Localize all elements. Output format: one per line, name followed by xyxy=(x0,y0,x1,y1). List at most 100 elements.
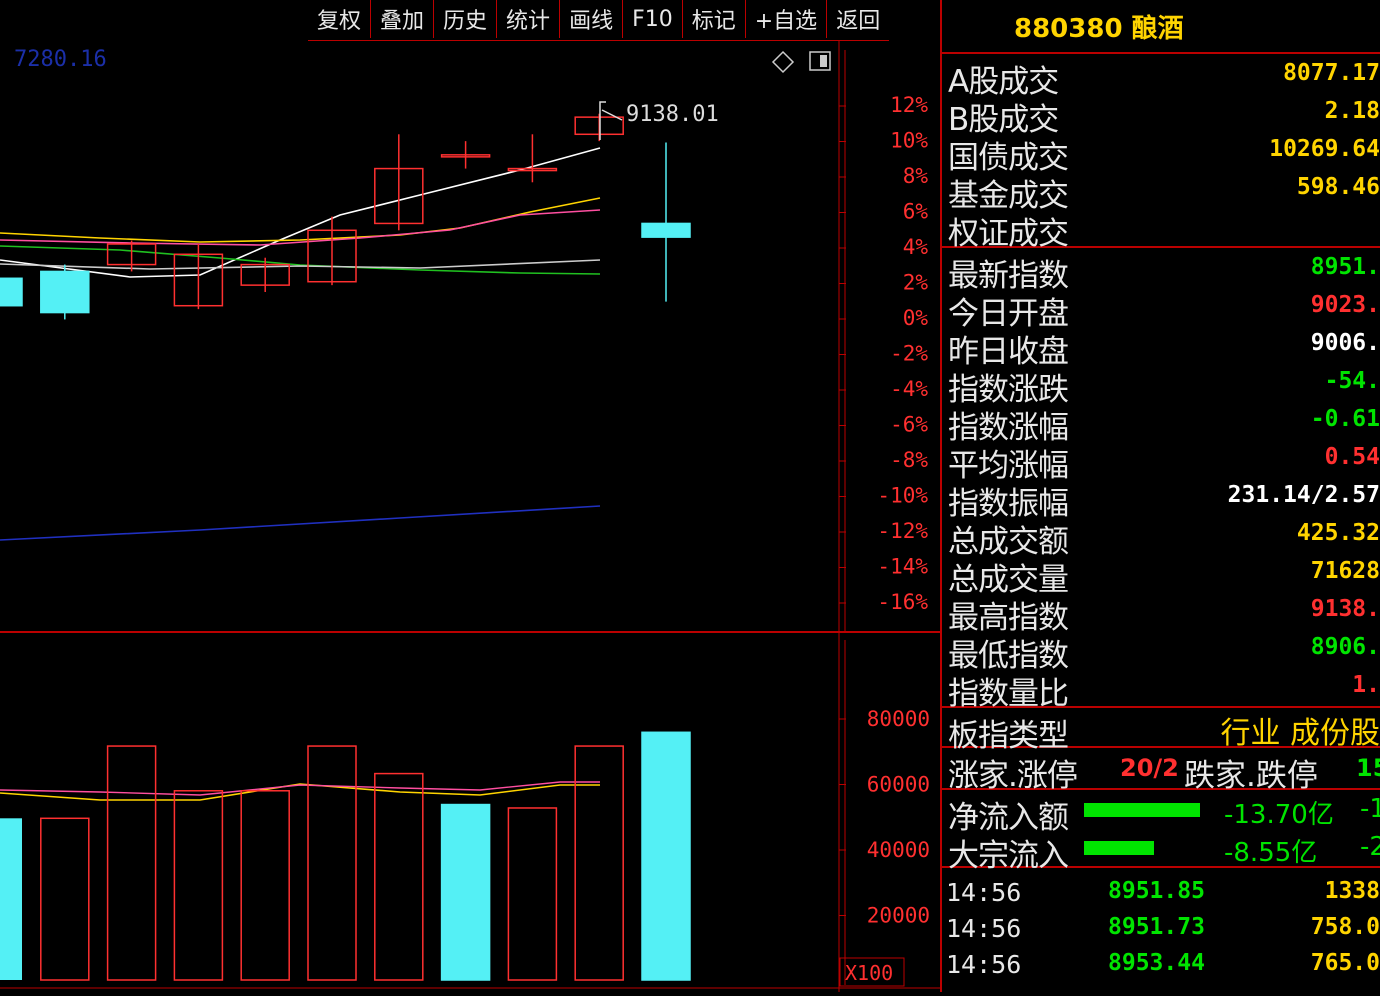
flow-bar xyxy=(1084,841,1154,855)
tick-list: 14:56 8951.85 1338 14:56 8951.73 758.0 14:56 89… xyxy=(942,868,1380,980)
updown-row: 涨家.涨停 20/2 跌家.跌停 15 xyxy=(942,748,1380,794)
candle xyxy=(507,134,558,183)
quote-row: 总成交额 425.32 xyxy=(942,514,1380,560)
kline-chart[interactable]: 7280.16 12% 10% 8% 6% 4% 2% 0% -2% -4% -6% -8% -10%… xyxy=(0,40,940,992)
stock-title: 880380 酿酒 xyxy=(942,0,1380,54)
quote-value: 9006. xyxy=(1310,330,1380,356)
svg-text:9138.01: 9138.01 xyxy=(626,102,719,127)
window-toggle-icon[interactable] xyxy=(809,51,831,71)
quote-row: 基金成交 598.46 xyxy=(942,168,1380,214)
quote-row: 最新指数 8951. xyxy=(942,248,1380,294)
tick-price: 8951.85 xyxy=(1108,878,1205,904)
tick-price: 8953.44 xyxy=(1108,950,1205,976)
volume-bar xyxy=(173,790,224,981)
volume-bar xyxy=(507,807,558,981)
diamond-icon[interactable] xyxy=(771,50,795,74)
quote-row: 总成交量 71628 xyxy=(942,552,1380,598)
quote-value: 1. xyxy=(1352,672,1380,698)
quote-value: 9138. xyxy=(1310,596,1380,622)
toolbar-button-5[interactable]: F10 xyxy=(622,0,682,38)
candle xyxy=(106,240,157,272)
volume-bar xyxy=(106,745,157,981)
volume-bar xyxy=(440,803,491,981)
volume-bar xyxy=(574,745,624,981)
index-section: 最新指数 8951. 今日开盘 9023. 昨日收盘 9006. 指数涨跌 -54. 指数涨幅 -… xyxy=(942,248,1380,712)
candle xyxy=(440,141,491,169)
candle xyxy=(0,277,23,307)
toolbar-button-2[interactable]: 历史 xyxy=(433,0,496,38)
volume-tick-label: 80000 xyxy=(867,707,930,731)
volume-bar xyxy=(240,790,290,981)
quote-value: 8906. xyxy=(1310,634,1380,660)
tick-price: 8951.73 xyxy=(1108,914,1205,940)
quote-row: 国债成交 10269.64 xyxy=(942,130,1380,176)
quote-row: 最高指数 9138. xyxy=(942,590,1380,636)
pct-tick-label: -2% xyxy=(890,342,928,366)
quote-row: 权证成交 xyxy=(942,206,1380,252)
down-count: 15 xyxy=(1356,754,1380,782)
toolbar-button-1[interactable]: 叠加 xyxy=(370,0,433,38)
quote-value: -54. xyxy=(1324,368,1380,394)
quote-value: 425.32 xyxy=(1296,520,1380,546)
quote-row: 指数涨幅 -0.61 xyxy=(942,400,1380,446)
quote-row: 指数量比 1. xyxy=(942,666,1380,712)
quote-value: 8077.17 xyxy=(1283,60,1380,86)
volume-tick-label: 60000 xyxy=(867,773,930,797)
toolbar-button-7[interactable]: +自选 xyxy=(744,0,826,38)
candle xyxy=(40,264,90,320)
capital-flow-row: 大宗流入 -8.55亿 -2 xyxy=(942,828,1380,874)
pct-tick-label: 12% xyxy=(890,93,928,117)
flow-value: -13.70亿 xyxy=(1224,800,1334,830)
kline-svg: 7280.16 12% 10% 8% 6% 4% 2% 0% -2% -4% -6% -8% -10%… xyxy=(0,40,940,992)
quote-value: 231.14/2.57 xyxy=(1227,482,1380,508)
flow-bar xyxy=(1084,803,1200,817)
pct-tick-label: -12% xyxy=(877,519,928,543)
pct-tick-label: -16% xyxy=(877,590,928,614)
quote-value: 71628 xyxy=(1310,558,1380,584)
tick-volume: 1338 xyxy=(1324,878,1380,904)
toolbar-button-0[interactable]: 复权 xyxy=(308,0,370,38)
pct-tick-label: 8% xyxy=(903,164,929,188)
moving-average-line xyxy=(0,505,601,541)
quote-value: 9023. xyxy=(1310,292,1380,318)
quote-sidebar: 880380 酿酒 A股成交 8077.17 B股成交 2.18 国债成交 10269.6… xyxy=(940,0,1380,992)
candle xyxy=(307,216,357,286)
moving-average-line xyxy=(0,197,601,243)
quote-label: 权证成交 xyxy=(948,216,1069,252)
pct-tick-label: 6% xyxy=(903,200,929,224)
tick-row: 14:56 8951.73 758.0 xyxy=(942,908,1380,944)
flow-extra: -1 xyxy=(1360,794,1380,824)
board-type-row: 板指类型 行业 成份股 xyxy=(942,708,1380,754)
pct-tick-label: 4% xyxy=(903,235,929,259)
moving-average-line xyxy=(0,147,601,278)
volume-bar xyxy=(307,745,357,981)
volume-tick-label: 20000 xyxy=(867,904,930,928)
pct-tick-label: -14% xyxy=(877,555,928,579)
candle xyxy=(641,142,691,302)
toolbar-button-6[interactable]: 标记 xyxy=(681,0,745,38)
down-label: 跌家.跌停 xyxy=(1184,758,1318,794)
quote-value: 8951. xyxy=(1310,254,1380,280)
volume-tick-label: 40000 xyxy=(867,838,930,862)
pct-tick-label: -8% xyxy=(890,448,928,472)
quote-label: 指数量比 xyxy=(948,676,1069,712)
quote-row: 最低指数 8906. xyxy=(942,628,1380,674)
quote-row: 平均涨幅 0.54 xyxy=(942,438,1380,484)
trade-volume-section: A股成交 8077.17 B股成交 2.18 国债成交 10269.64 基金成交 598.4… xyxy=(942,54,1380,252)
quote-value: 598.46 xyxy=(1296,174,1380,200)
pct-tick-label: -4% xyxy=(890,377,928,401)
pct-tick-label: 0% xyxy=(903,306,929,330)
moving-average-line xyxy=(0,245,601,275)
toolbar-button-3[interactable]: 统计 xyxy=(496,0,559,38)
tick-row: 14:56 8951.85 1338 xyxy=(942,872,1380,908)
pct-tick-label: -10% xyxy=(877,484,928,508)
up-count: 20/2 xyxy=(1120,754,1179,782)
toolbar-button-8[interactable]: 返回 xyxy=(826,0,889,38)
tick-time: 14:56 xyxy=(946,914,1022,943)
toolbar-button-4[interactable]: 画线 xyxy=(559,0,622,38)
quote-value: 10269.64 xyxy=(1269,136,1380,162)
volume-bar xyxy=(641,731,691,981)
volume-unit: X100 xyxy=(845,961,893,985)
quote-row: B股成交 2.18 xyxy=(942,92,1380,138)
quote-row: 指数振幅 231.14/2.57 xyxy=(942,476,1380,522)
